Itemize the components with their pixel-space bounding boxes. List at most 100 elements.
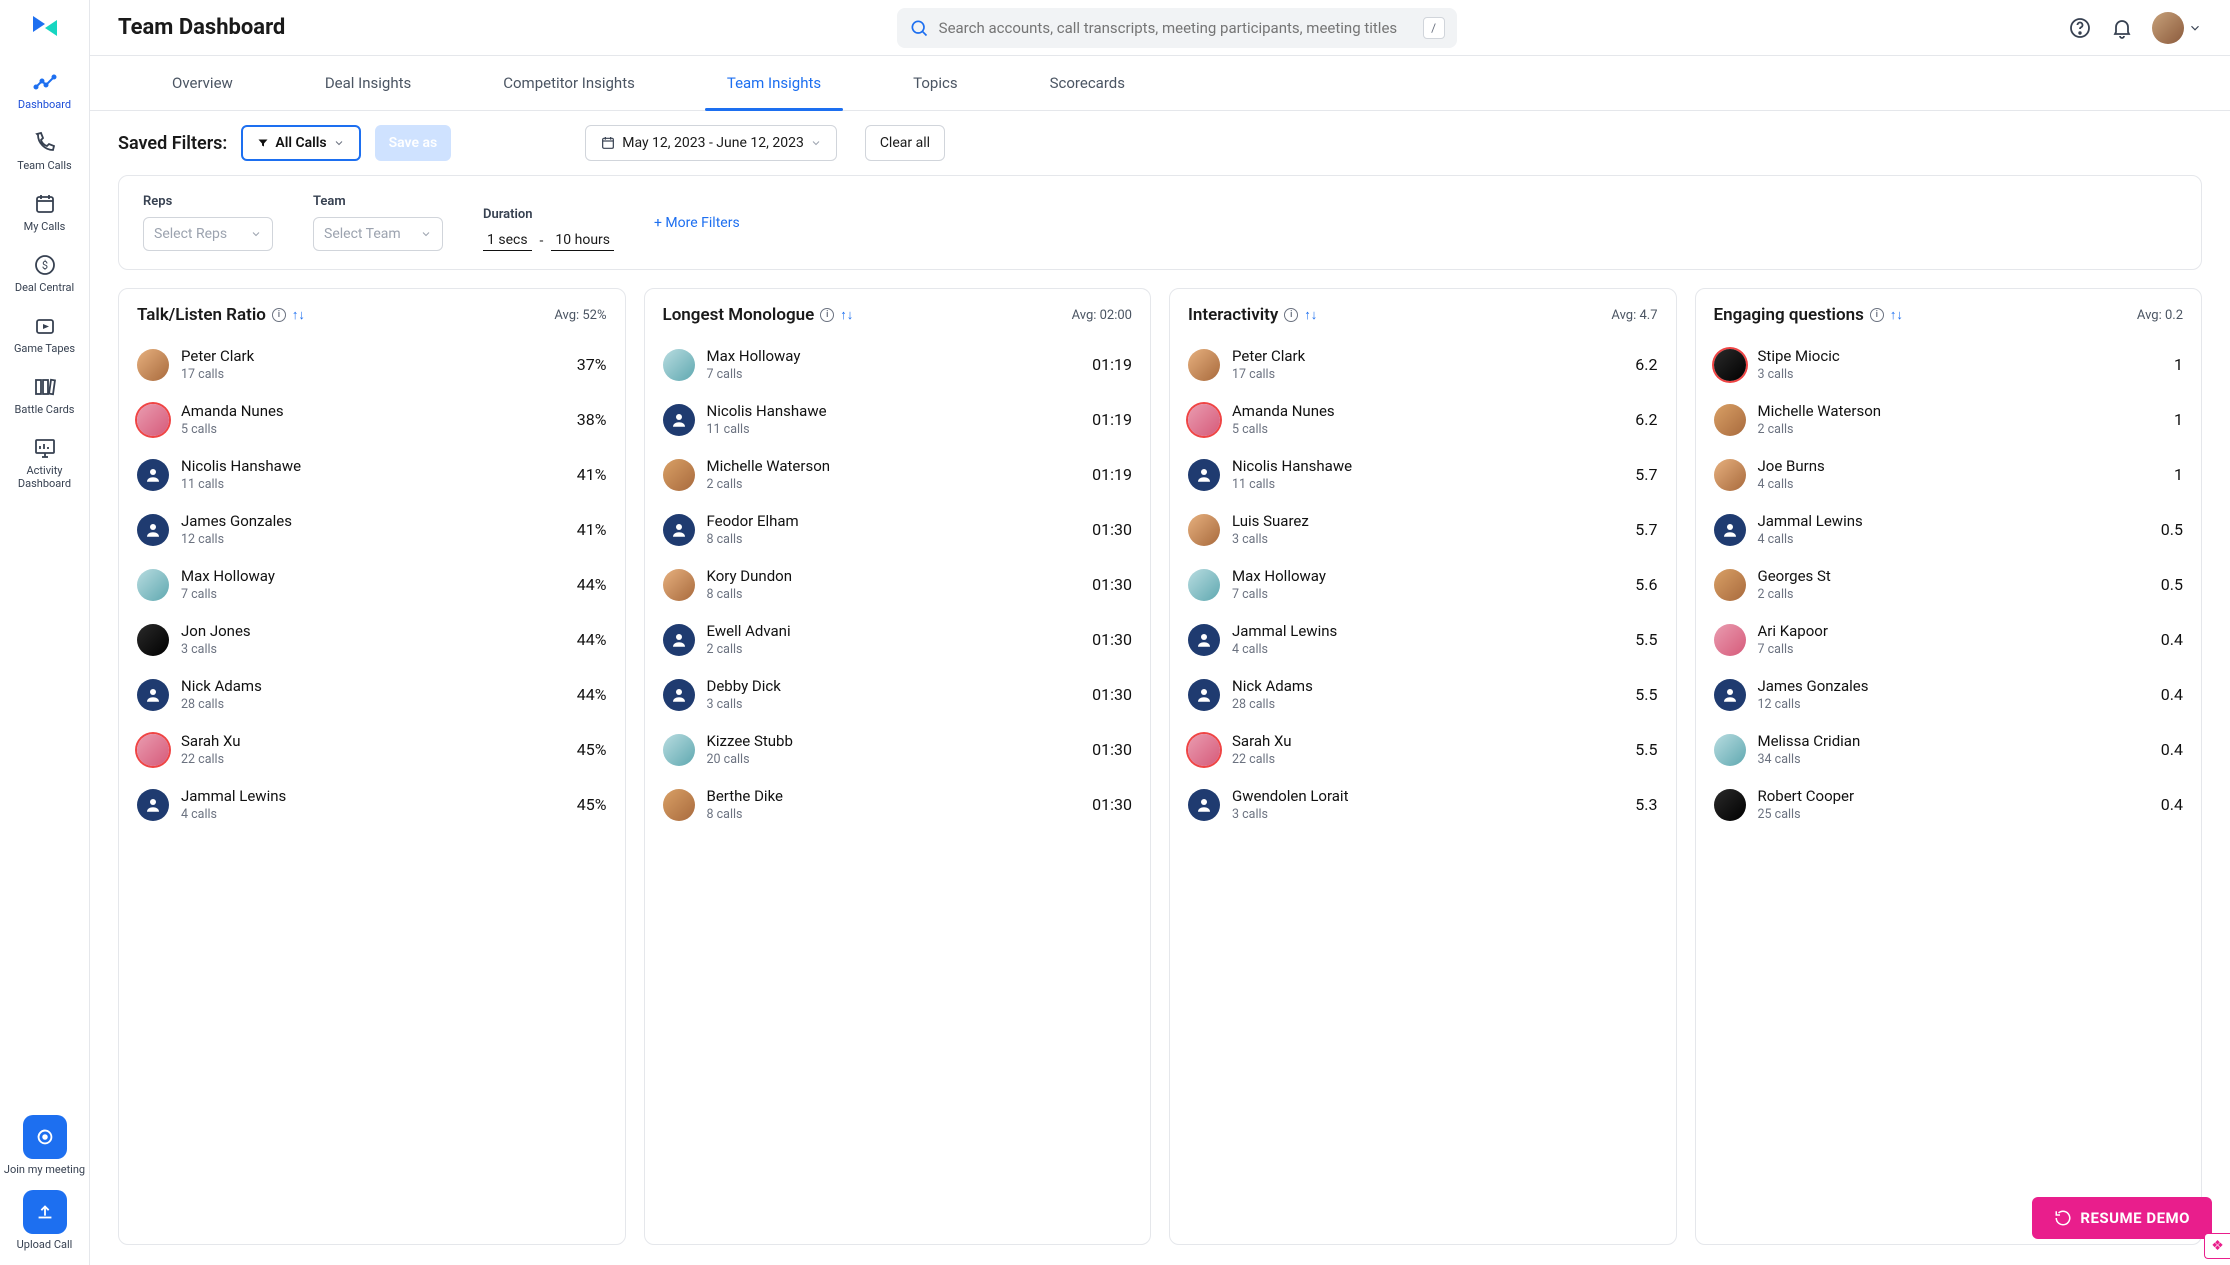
list-item[interactable]: Stipe Miocic3 calls1 [1714, 337, 2196, 392]
nav-dashboard[interactable]: Dashboard [0, 60, 89, 121]
list-item[interactable]: James Gonzales12 calls41% [137, 502, 619, 557]
save-as-button[interactable]: Save as [375, 125, 452, 161]
list-item[interactable]: Peter Clark17 calls37% [137, 337, 619, 392]
card-list[interactable]: Stipe Miocic3 calls1Michelle Waterson2 c… [1696, 337, 2200, 1244]
card-list[interactable]: Peter Clark17 calls6.2Amanda Nunes5 call… [1170, 337, 1674, 1244]
search-box[interactable]: / [897, 8, 1457, 48]
avatar [137, 459, 169, 491]
list-item[interactable]: James Gonzales12 calls0.4 [1714, 667, 2196, 722]
list-item[interactable]: Feodor Elham8 calls01:30 [663, 502, 1145, 557]
list-item[interactable]: Nick Adams28 calls44% [137, 667, 619, 722]
card-list[interactable]: Max Holloway7 calls01:19Nicolis Hanshawe… [645, 337, 1149, 1244]
list-item[interactable]: Sarah Xu22 calls5.5 [1188, 722, 1670, 777]
list-item[interactable]: Ari Kapoor7 calls0.4 [1714, 612, 2196, 667]
rep-calls: 22 calls [1232, 752, 1623, 767]
nav-my-calls[interactable]: My Calls [0, 182, 89, 243]
list-item[interactable]: Georges St2 calls0.5 [1714, 557, 2196, 612]
nav-deal-central[interactable]: $ Deal Central [0, 243, 89, 304]
list-item[interactable]: Kory Dundon8 calls01:30 [663, 557, 1145, 612]
list-item[interactable]: Kizzee Stubb20 calls01:30 [663, 722, 1145, 777]
tab-team-insights[interactable]: Team Insights [681, 56, 867, 110]
list-item[interactable]: Ewell Advani2 calls01:30 [663, 612, 1145, 667]
list-item[interactable]: Jammal Lewins4 calls45% [137, 777, 619, 832]
list-item[interactable]: Nicolis Hanshawe11 calls01:19 [663, 392, 1145, 447]
team-select[interactable]: Select Team [313, 217, 443, 251]
list-item[interactable]: Luis Suarez3 calls5.7 [1188, 502, 1670, 557]
duration-max[interactable]: 10 hours [551, 230, 614, 251]
sort-icon[interactable]: ↑↓ [840, 307, 853, 323]
clear-all-button[interactable]: Clear all [865, 125, 945, 161]
chevron-down-icon [2188, 21, 2202, 35]
sort-icon[interactable]: ↑↓ [1304, 307, 1317, 323]
user-menu[interactable] [2152, 12, 2202, 44]
bell-icon[interactable] [2110, 16, 2134, 40]
rep-calls: 7 calls [707, 367, 1081, 382]
list-item[interactable]: Michelle Waterson2 calls1 [1714, 392, 2196, 447]
list-item[interactable]: Debby Dick3 calls01:30 [663, 667, 1145, 722]
list-item[interactable]: Joe Burns4 calls1 [1714, 447, 2196, 502]
brand-logo[interactable] [25, 12, 65, 42]
list-item[interactable]: Amanda Nunes5 calls6.2 [1188, 392, 1670, 447]
resume-tag-icon[interactable]: ❖ [2204, 1233, 2230, 1259]
list-item[interactable]: Nick Adams28 calls5.5 [1188, 667, 1670, 722]
tab-deal-insights[interactable]: Deal Insights [279, 56, 457, 110]
join-meeting-button[interactable] [23, 1115, 67, 1159]
search-input[interactable] [939, 19, 1413, 37]
metric-value: 5.6 [1635, 575, 1657, 594]
info-icon[interactable]: i [272, 308, 286, 322]
list-item[interactable]: Berthe Dike8 calls01:30 [663, 777, 1145, 832]
list-item[interactable]: Amanda Nunes5 calls38% [137, 392, 619, 447]
list-item[interactable]: Jammal Lewins4 calls0.5 [1714, 502, 2196, 557]
info-icon[interactable]: i [1284, 308, 1298, 322]
rep-calls: 11 calls [1232, 477, 1623, 492]
list-item[interactable]: Gwendolen Lorait3 calls5.3 [1188, 777, 1670, 832]
team-label: Team [313, 194, 443, 209]
list-item[interactable]: Michelle Waterson2 calls01:19 [663, 447, 1145, 502]
rep-name: Michelle Waterson [1758, 402, 2163, 420]
sort-icon[interactable]: ↑↓ [292, 307, 305, 323]
nav-label: Deal Central [15, 281, 74, 294]
nav-team-calls[interactable]: Team Calls [0, 121, 89, 182]
more-filters-link[interactable]: + More Filters [654, 215, 740, 231]
rep-name: Amanda Nunes [181, 402, 565, 420]
list-item[interactable]: Peter Clark17 calls6.2 [1188, 337, 1670, 392]
tab-competitor-insights[interactable]: Competitor Insights [457, 56, 681, 110]
tab-overview[interactable]: Overview [126, 56, 279, 110]
nav-activity-dashboard[interactable]: Activity Dashboard [0, 426, 89, 500]
info-icon[interactable]: i [820, 308, 834, 322]
rep-name: Nick Adams [181, 677, 565, 695]
tab-topics[interactable]: Topics [867, 56, 1003, 110]
info-icon[interactable]: i [1870, 308, 1884, 322]
nav-game-tapes[interactable]: Game Tapes [0, 304, 89, 365]
rep-calls: 2 calls [707, 477, 1081, 492]
list-item[interactable]: Melissa Cridian34 calls0.4 [1714, 722, 2196, 777]
help-icon[interactable] [2068, 16, 2092, 40]
card-title: Longest Monologue i ↑↓ [663, 305, 854, 325]
duration-min[interactable]: 1 secs [483, 230, 532, 251]
card-avg: Avg: 4.7 [1611, 308, 1657, 323]
list-item[interactable]: Nicolis Hanshawe11 calls5.7 [1188, 447, 1670, 502]
date-range-picker[interactable]: May 12, 2023 - June 12, 2023 [585, 125, 837, 161]
avatar [663, 404, 695, 436]
list-item[interactable]: Jon Jones3 calls44% [137, 612, 619, 667]
avatar [663, 789, 695, 821]
metric-value: 0.4 [2161, 740, 2183, 759]
list-item[interactable]: Max Holloway7 calls44% [137, 557, 619, 612]
reps-select[interactable]: Select Reps [143, 217, 273, 251]
list-item[interactable]: Robert Cooper25 calls0.4 [1714, 777, 2196, 832]
list-item[interactable]: Max Holloway7 calls01:19 [663, 337, 1145, 392]
nav-battle-cards[interactable]: Battle Cards [0, 365, 89, 426]
upload-call-button[interactable] [23, 1190, 67, 1234]
resume-demo-button[interactable]: RESUME DEMO [2032, 1197, 2212, 1239]
all-calls-filter[interactable]: All Calls [241, 125, 360, 161]
rep-calls: 4 calls [1758, 532, 2149, 547]
list-item[interactable]: Sarah Xu22 calls45% [137, 722, 619, 777]
avatar [1188, 459, 1220, 491]
sort-icon[interactable]: ↑↓ [1890, 307, 1903, 323]
card-list[interactable]: Peter Clark17 calls37%Amanda Nunes5 call… [119, 337, 623, 1244]
list-item[interactable]: Jammal Lewins4 calls5.5 [1188, 612, 1670, 667]
list-item[interactable]: Nicolis Hanshawe11 calls41% [137, 447, 619, 502]
tab-scorecards[interactable]: Scorecards [1004, 56, 1171, 110]
avatar [137, 789, 169, 821]
list-item[interactable]: Max Holloway7 calls5.6 [1188, 557, 1670, 612]
